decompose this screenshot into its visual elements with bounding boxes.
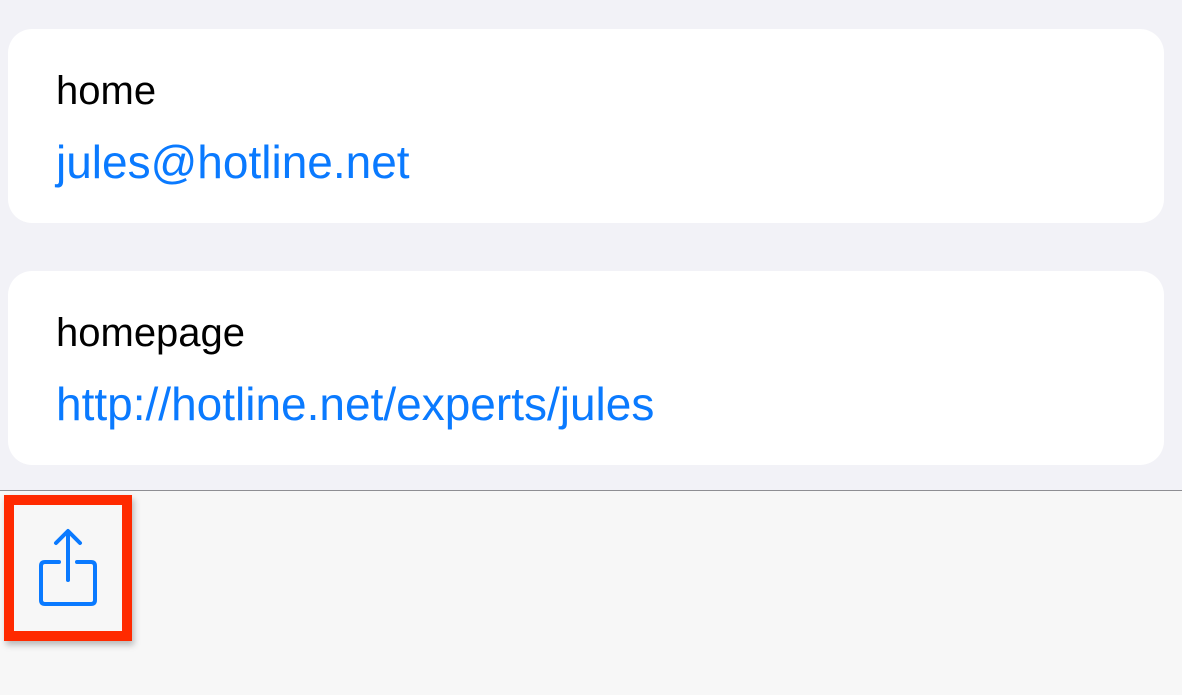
homepage-link[interactable]: http://hotline.net/experts/jules bbox=[56, 377, 654, 431]
share-button[interactable] bbox=[4, 495, 132, 641]
share-icon bbox=[39, 529, 97, 606]
email-link[interactable]: jules@hotline.net bbox=[56, 135, 410, 189]
homepage-field-card: homepage http://hotline.net/experts/jule… bbox=[8, 271, 1164, 465]
email-field-label: home bbox=[56, 69, 157, 113]
bottom-toolbar bbox=[0, 490, 1182, 695]
homepage-field-label: homepage bbox=[56, 311, 246, 355]
email-field-card: home jules@hotline.net bbox=[8, 29, 1164, 223]
